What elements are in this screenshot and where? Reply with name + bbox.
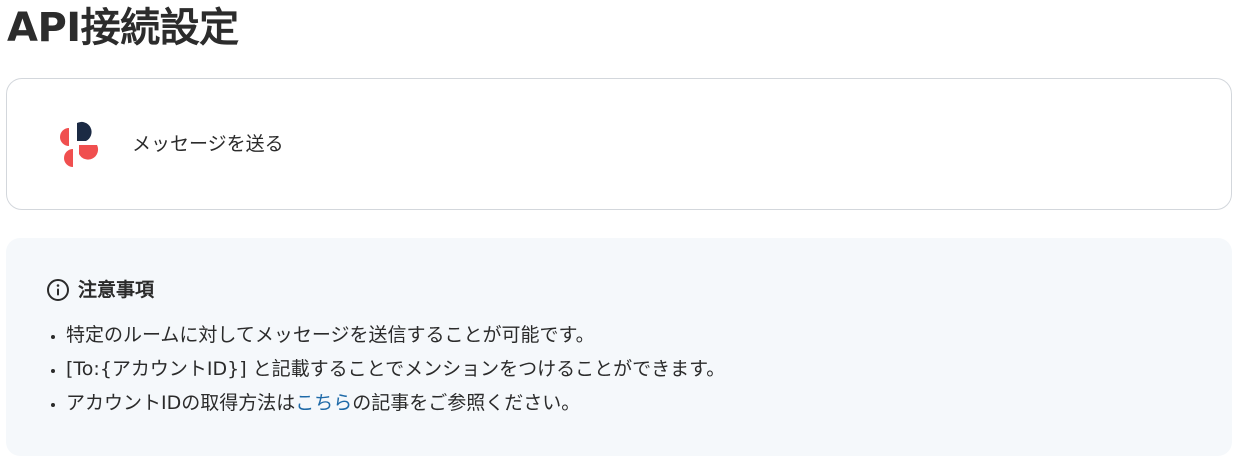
chatwork-logo-icon [60,121,99,167]
notice-item: [To:{アカウントID}] と記載することでメンションをつけることができます。 [66,352,725,386]
page-title: API接続設定 [7,5,239,51]
notice-item: アカウントIDの取得方法はこちらの記事をご参照ください。 [66,386,725,420]
notice-header: 注意事項 [46,276,154,304]
help-article-link[interactable]: こちら [295,392,352,414]
action-label: メッセージを送る [132,133,284,155]
notice-panel: 注意事項 特定のルームに対してメッセージを送信することが可能です。 [To:{ア… [6,238,1232,456]
notice-list: 特定のルームに対してメッセージを送信することが可能です。 [To:{アカウントI… [42,318,725,420]
notice-item: 特定のルームに対してメッセージを送信することが可能です。 [66,318,725,352]
send-message-action-card[interactable]: メッセージを送る [6,78,1232,210]
info-icon [47,279,69,301]
notice-title: 注意事項 [78,279,155,301]
